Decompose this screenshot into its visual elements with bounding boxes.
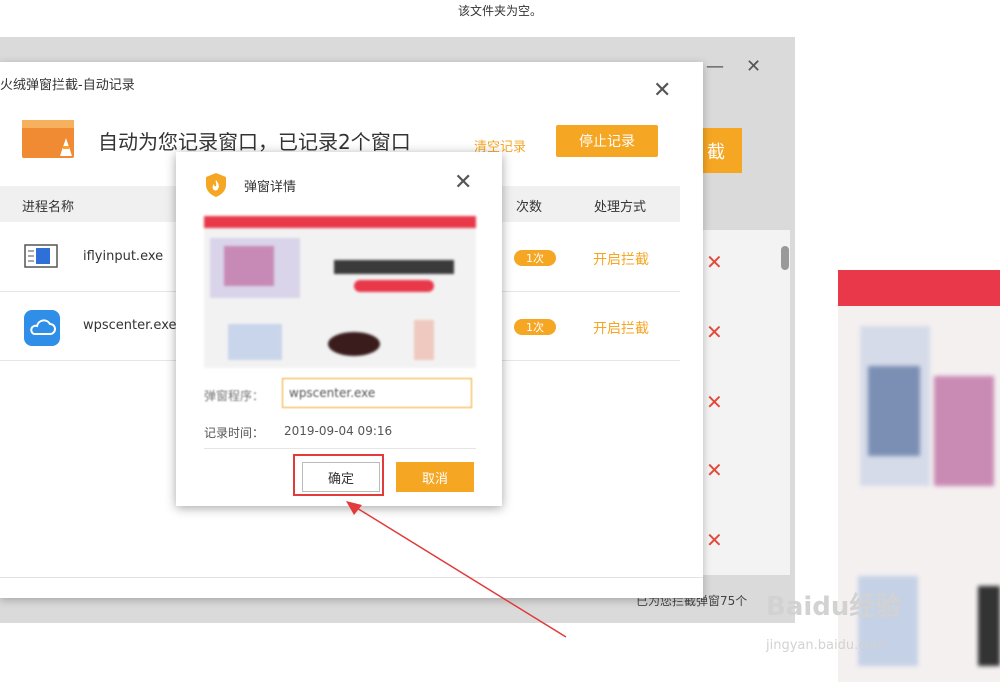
count-badge: 1次: [514, 319, 556, 335]
close-icon[interactable]: ✕: [454, 172, 472, 194]
process-name: iflyinput.exe: [83, 249, 164, 264]
dialog-title: 弹窗详情: [244, 180, 297, 195]
remove-icon[interactable]: ✕: [706, 252, 726, 272]
highlight-box: [293, 454, 384, 496]
window-record-icon: [22, 116, 76, 160]
close-icon[interactable]: ✕: [746, 56, 761, 77]
record-headline: 自动为您记录窗口，已记录2个窗口: [98, 130, 411, 154]
time-value: 2019-09-04 09:16: [284, 424, 393, 438]
minimize-icon[interactable]: —: [706, 56, 724, 77]
time-label: 记录时间：: [204, 426, 265, 440]
remove-icon[interactable]: ✕: [706, 322, 726, 342]
dialog-title: 火绒弹窗拦截-自动记录: [0, 78, 135, 93]
count-badge: 1次: [514, 250, 556, 266]
empty-folder-message: 该文件夹为空。: [457, 4, 542, 18]
enable-block-link[interactable]: 开启拦截: [593, 318, 649, 338]
shield-icon: [204, 172, 228, 198]
ad-header-bar: [838, 270, 1000, 306]
scrollbar-thumb[interactable]: [781, 246, 789, 270]
watermark-text: Baidu经验: [766, 592, 902, 622]
column-count: 次数: [516, 200, 543, 215]
divider: [204, 448, 476, 449]
program-field[interactable]: wpscenter.exe: [282, 378, 472, 408]
remove-icon[interactable]: ✕: [706, 530, 726, 550]
close-icon[interactable]: ✕: [653, 80, 671, 102]
popup-preview-image: [204, 216, 476, 368]
program-label: 弹窗程序：: [204, 389, 265, 403]
watermark-url: jingyan.baidu.com: [766, 638, 886, 653]
remove-icon[interactable]: ✕: [706, 460, 726, 480]
cancel-button[interactable]: 取消: [396, 462, 474, 492]
process-name: wpscenter.exe: [83, 318, 177, 333]
remove-icon[interactable]: ✕: [706, 392, 726, 412]
cloud-icon: [24, 310, 60, 346]
column-name: 进程名称: [22, 200, 75, 215]
stop-record-button[interactable]: 停止记录: [556, 125, 658, 157]
column-action: 处理方式: [594, 200, 647, 215]
keyboard-icon: [24, 244, 58, 268]
enable-block-link[interactable]: 开启拦截: [593, 249, 649, 269]
popup-detail-dialog: 弹窗详情 ✕ 弹窗程序： wpscenter.exe 记录时间： 2019-09…: [176, 152, 502, 506]
annotation-arrow: [346, 501, 567, 638]
